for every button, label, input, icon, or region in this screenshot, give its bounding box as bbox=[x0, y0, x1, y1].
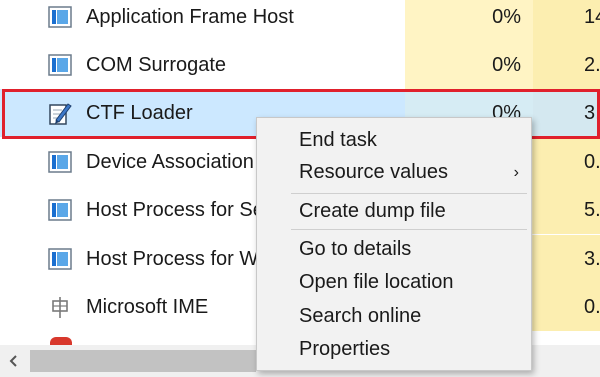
menu-item-label: Go to details bbox=[299, 238, 412, 260]
scroll-left-arrow[interactable] bbox=[6, 352, 22, 370]
memory-value: 0. bbox=[584, 296, 600, 318]
menu-item-properties[interactable]: Properties bbox=[257, 333, 531, 366]
process-row-com-surrogate[interactable]: COM Surrogate 0% 2. bbox=[0, 41, 600, 89]
memory-value: 14. bbox=[584, 6, 600, 28]
process-name: CTF Loader bbox=[86, 102, 193, 124]
menu-item-open-file-location[interactable]: Open file location bbox=[257, 266, 531, 299]
menu-separator bbox=[291, 193, 527, 194]
process-name: Device Association bbox=[86, 151, 254, 173]
app-window-icon bbox=[48, 151, 72, 173]
menu-item-label: Resource values bbox=[299, 161, 448, 183]
cpu-value: 0% bbox=[492, 54, 521, 76]
notepad-pen-icon bbox=[49, 103, 72, 125]
menu-item-create-dump-file[interactable]: Create dump file bbox=[257, 195, 531, 228]
process-name: Application Frame Host bbox=[86, 6, 294, 28]
process-name: Host Process for Se bbox=[86, 199, 264, 221]
partial-row-icon bbox=[50, 337, 72, 345]
memory-value: 2. bbox=[584, 54, 600, 76]
process-row-application-frame-host[interactable]: Application Frame Host 0% 14. bbox=[0, 0, 600, 41]
cpu-value: 0% bbox=[492, 6, 521, 28]
menu-item-resource-values[interactable]: Resource values › bbox=[257, 156, 531, 189]
submenu-arrow-icon: › bbox=[513, 164, 519, 181]
menu-item-label: End task bbox=[299, 129, 377, 151]
menu-item-end-task[interactable]: End task bbox=[257, 124, 531, 157]
process-name: Host Process for W bbox=[86, 248, 259, 270]
chevron-left-icon bbox=[9, 355, 17, 367]
menu-item-label: Open file location bbox=[299, 271, 454, 293]
app-window-icon bbox=[48, 199, 72, 221]
ime-icon bbox=[52, 297, 68, 318]
process-name: COM Surrogate bbox=[86, 54, 227, 76]
scrollbar-thumb[interactable] bbox=[30, 350, 256, 372]
app-window-icon bbox=[48, 6, 72, 28]
app-window-icon bbox=[48, 248, 72, 270]
menu-item-search-online[interactable]: Search online bbox=[257, 300, 531, 333]
menu-item-label: Properties bbox=[299, 338, 391, 360]
app-window-icon bbox=[48, 54, 72, 76]
memory-value: 0. bbox=[584, 151, 600, 173]
process-name: Microsoft IME bbox=[86, 296, 209, 318]
context-menu: End task Resource values › Create dump f… bbox=[256, 117, 532, 371]
memory-value: 5. bbox=[584, 199, 600, 221]
menu-separator bbox=[291, 229, 527, 230]
menu-item-label: Create dump file bbox=[299, 200, 446, 222]
memory-value: 3. bbox=[584, 248, 600, 270]
menu-item-go-to-details[interactable]: Go to details bbox=[257, 233, 531, 266]
menu-item-label: Search online bbox=[299, 305, 422, 327]
memory-value: 3. bbox=[584, 102, 600, 124]
